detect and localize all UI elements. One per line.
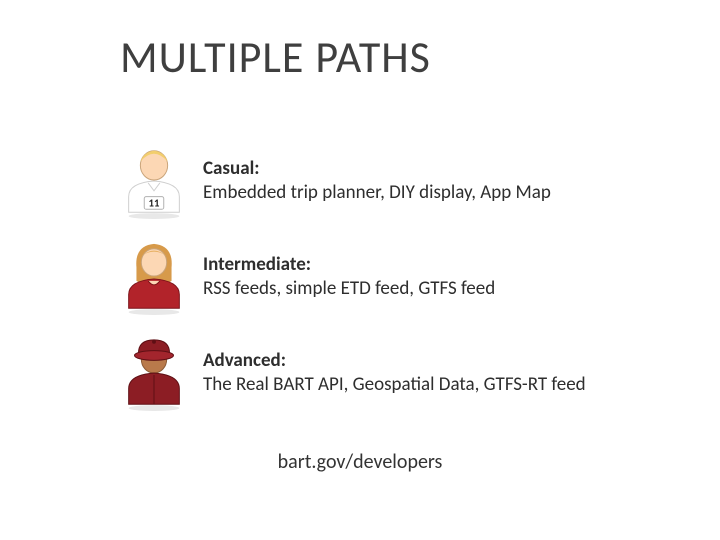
- avatar-intermediate-icon: [115, 238, 193, 316]
- label-casual: Casual:: [203, 157, 260, 180]
- text-casual: Casual: Embedded trip planner, DIY displ…: [203, 157, 551, 205]
- desc-advanced: The Real BART API, Geospatial Data, GTFS…: [203, 373, 586, 397]
- slide: MULTIPLE PATHS 11 Casual: Embedded t: [0, 0, 720, 540]
- avatar-casual-icon: 11: [115, 142, 193, 220]
- slide-title: MULTIPLE PATHS: [120, 30, 620, 84]
- text-advanced: Advanced: The Real BART API, Geospatial …: [203, 349, 586, 397]
- text-intermediate: Intermediate: RSS feeds, simple ETD feed…: [203, 253, 495, 301]
- row-casual: 11 Casual: Embedded trip planner, DIY di…: [115, 142, 675, 220]
- label-advanced: Advanced:: [203, 349, 286, 372]
- label-intermediate: Intermediate:: [203, 253, 311, 276]
- footer-link-text: bart.gov/developers: [0, 450, 720, 474]
- avatar-advanced-icon: [115, 334, 193, 412]
- row-advanced: Advanced: The Real BART API, Geospatial …: [115, 334, 675, 412]
- desc-intermediate: RSS feeds, simple ETD feed, GTFS feed: [203, 277, 495, 301]
- svg-text:11: 11: [149, 196, 160, 209]
- desc-casual: Embedded trip planner, DIY display, App …: [203, 181, 551, 205]
- row-intermediate: Intermediate: RSS feeds, simple ETD feed…: [115, 238, 675, 316]
